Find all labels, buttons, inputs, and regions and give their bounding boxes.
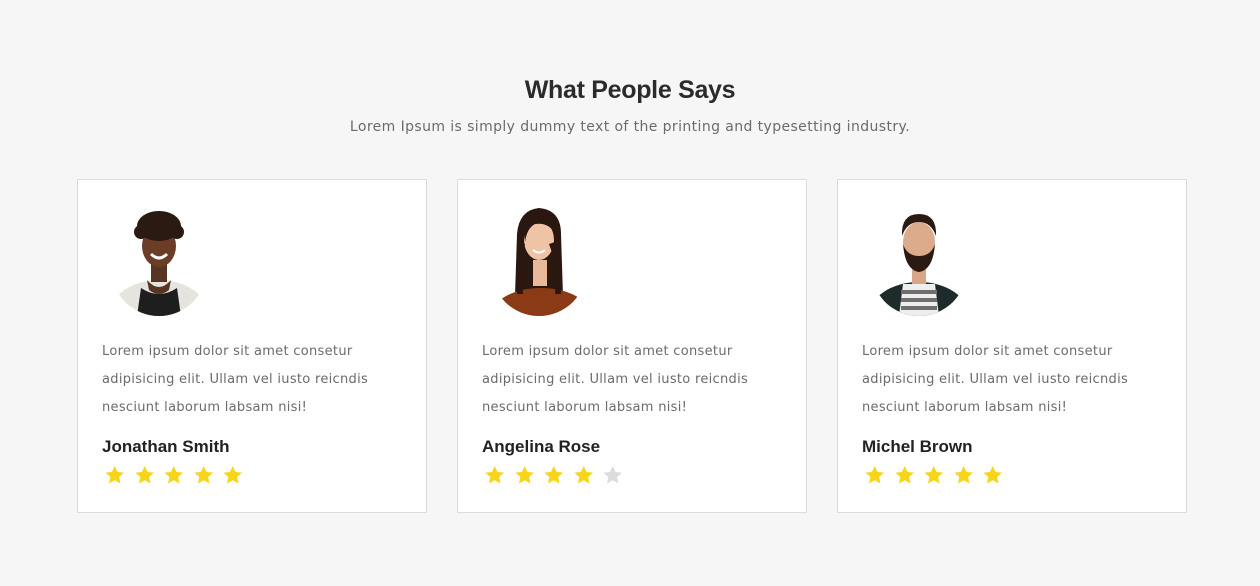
star-filled-icon <box>953 466 973 484</box>
testimonial-quote: Lorem ipsum dolor sit amet consetur adip… <box>862 344 1129 415</box>
testimonial-quote: Lorem ipsum dolor sit amet consetur adip… <box>102 344 369 415</box>
star-filled-icon <box>223 466 243 484</box>
star-filled-icon <box>193 466 213 484</box>
avatar <box>111 204 207 316</box>
star-filled-icon <box>105 466 125 484</box>
star-empty-icon <box>603 466 623 484</box>
star-filled-icon <box>924 466 944 484</box>
testimonial-name: Michel Brown <box>862 437 973 456</box>
testimonial-name: Angelina Rose <box>482 437 601 456</box>
avatar <box>491 204 587 316</box>
star-rating <box>484 465 624 485</box>
star-filled-icon <box>573 466 593 484</box>
star-rating <box>864 465 1004 485</box>
star-filled-icon <box>164 466 184 484</box>
testimonial-card: Lorem ipsum dolor sit amet consetur adip… <box>837 179 1187 513</box>
section-subtitle: Lorem Ipsum is simply dummy text of the … <box>349 119 911 135</box>
star-filled-icon <box>894 466 914 484</box>
avatar <box>871 204 967 316</box>
testimonial-card: Lorem ipsum dolor sit amet consetur adip… <box>77 179 427 513</box>
testimonial-quote: Lorem ipsum dolor sit amet consetur adip… <box>482 344 749 415</box>
star-filled-icon <box>514 466 534 484</box>
star-filled-icon <box>865 466 885 484</box>
star-filled-icon <box>485 466 505 484</box>
star-filled-icon <box>983 466 1003 484</box>
star-filled-icon <box>134 466 154 484</box>
section-title: What People Says <box>524 76 736 104</box>
testimonial-card: Lorem ipsum dolor sit amet consetur adip… <box>457 179 807 513</box>
testimonial-name: Jonathan Smith <box>102 437 230 456</box>
star-filled-icon <box>544 466 564 484</box>
testimonials-section: What People Says Lorem Ipsum is simply d… <box>0 0 1260 586</box>
star-rating <box>104 465 244 485</box>
